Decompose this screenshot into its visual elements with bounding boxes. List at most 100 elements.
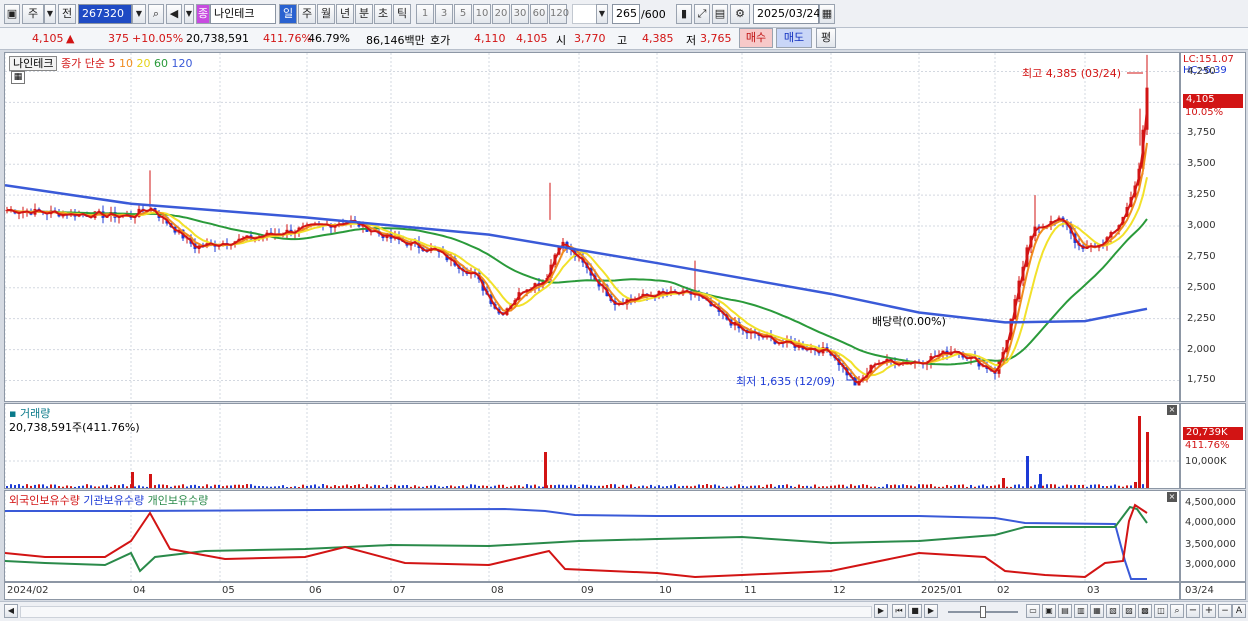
settings-gear-icon[interactable]: ⚙ (730, 4, 750, 24)
x-tick: 06 (309, 585, 322, 596)
layout-2-icon[interactable]: ▣ (1042, 604, 1056, 618)
volume-bar (1122, 486, 1124, 488)
volume-close-icon[interactable]: × (1167, 405, 1177, 415)
calendar-icon[interactable]: ▦ (819, 4, 835, 24)
stop-icon[interactable]: ■ (908, 604, 922, 618)
period-tab-1[interactable]: 주 (298, 4, 316, 24)
volume-bar (742, 485, 744, 488)
save-icon[interactable]: ▤ (712, 4, 728, 24)
market-select[interactable]: 주 (22, 4, 44, 24)
buy-button[interactable]: 매수 (739, 28, 773, 48)
holdings-close-icon[interactable]: × (1167, 492, 1177, 502)
volume-bar (106, 484, 108, 488)
layout-9-icon[interactable]: ◫ (1154, 604, 1168, 618)
volume-bar (450, 485, 452, 488)
volume-bar (514, 485, 516, 488)
minus-icon[interactable]: − (1218, 604, 1232, 618)
volume-bar (854, 485, 856, 488)
minute-tab-30[interactable]: 30 (511, 4, 529, 24)
volume-bar (786, 484, 788, 488)
line-tool-icon[interactable]: ⤢ (694, 4, 710, 24)
volume-bar (974, 486, 976, 488)
volume-bar (230, 485, 232, 488)
auto-scale-icon[interactable]: A (1232, 604, 1246, 618)
layout-8-icon[interactable]: ▩ (1138, 604, 1152, 618)
speaker-dropdown-icon[interactable]: ▼ (184, 4, 194, 24)
speaker-icon[interactable]: ◀ (166, 4, 182, 24)
search-zoom-icon[interactable]: ⌕ (1170, 604, 1184, 618)
minute-tab-3[interactable]: 3 (435, 4, 453, 24)
layout-4-icon[interactable]: ▥ (1074, 604, 1088, 618)
zoom-in-icon[interactable]: + (1202, 604, 1216, 618)
scroll-track[interactable] (20, 606, 872, 618)
minute-tab-20[interactable]: 20 (492, 4, 510, 24)
grid-toggle-icon[interactable]: ▦ (11, 71, 25, 84)
minute-tab-10[interactable]: 10 (473, 4, 491, 24)
scroll-left-icon[interactable]: ◀ (4, 604, 18, 618)
play-icon[interactable]: ▶ (924, 604, 938, 618)
volume-bar (210, 486, 212, 488)
count-input[interactable]: 265 (612, 4, 640, 24)
volume-spike (1002, 478, 1005, 488)
layout-3-icon[interactable]: ▤ (1058, 604, 1072, 618)
period-tab-6[interactable]: 틱 (393, 4, 411, 24)
market-dropdown-icon[interactable]: ▼ (44, 4, 56, 24)
stock-name-tag[interactable]: 나인테크 (9, 56, 58, 71)
scroll-bar: ◀ ▶ ⏮ ■ ▶ ▭ ▣ ▤ ▥ ▦ ▧ ▨ ▩ ◫ ⌕ − + − A (0, 601, 1248, 621)
period-tab-3[interactable]: 년 (336, 4, 354, 24)
candle-type-icon[interactable]: ▮ (676, 4, 692, 24)
minute-custom-dropdown-icon[interactable]: ▼ (596, 4, 608, 24)
volume-bar (426, 485, 428, 488)
volume-bar (590, 485, 592, 488)
minute-tab-5[interactable]: 5 (454, 4, 472, 24)
code-input[interactable]: 267320 (78, 4, 132, 24)
sell-button[interactable]: 매도 (776, 28, 812, 48)
volume-bar (42, 484, 44, 488)
volume-bar (78, 486, 80, 488)
volume-bar (206, 484, 208, 488)
eval-button[interactable]: 평 (816, 28, 836, 48)
minute-tab-1[interactable]: 1 (416, 4, 434, 24)
code-dropdown-icon[interactable]: ▼ (132, 4, 146, 24)
stock-name[interactable]: 나인테크 (210, 4, 276, 24)
layout-icon[interactable]: ▣ (4, 4, 20, 24)
volume-bar (746, 486, 748, 488)
zoom-out-icon[interactable]: − (1186, 604, 1200, 618)
scroll-right-icon[interactable]: ▶ (874, 604, 888, 618)
volume-bar (370, 486, 372, 488)
layout-1-icon[interactable]: ▭ (1026, 604, 1040, 618)
period-tab-2[interactable]: 월 (317, 4, 335, 24)
volume-bar (734, 485, 736, 488)
period-tab-0[interactable]: 일 (279, 4, 297, 24)
date-input[interactable]: 2025/03/24 (753, 4, 820, 24)
volume-spike (1134, 482, 1137, 488)
layout-6-icon[interactable]: ▧ (1106, 604, 1120, 618)
volume-bar (114, 484, 116, 488)
volume-bar (250, 484, 252, 488)
volume-bar (98, 486, 100, 488)
rewind-icon[interactable]: ⏮ (892, 604, 906, 618)
minute-tab-120[interactable]: 120 (549, 4, 569, 24)
volume-bar (574, 485, 576, 488)
minute-tab-60[interactable]: 60 (530, 4, 548, 24)
volume-bar (1066, 484, 1068, 488)
period-tab-5[interactable]: 초 (374, 4, 392, 24)
volume-bar (882, 486, 884, 488)
search-icon[interactable]: ⌕ (148, 4, 164, 24)
volume-chart[interactable] (5, 404, 1179, 488)
volume-spike (131, 472, 134, 488)
zoom-slider-handle[interactable] (980, 606, 986, 618)
volume-bar (1110, 485, 1112, 488)
volume-bar (946, 484, 948, 488)
volume-bar (10, 484, 12, 488)
period-tab-4[interactable]: 분 (355, 4, 373, 24)
volume-bar (582, 484, 584, 488)
layout-7-icon[interactable]: ▨ (1122, 604, 1136, 618)
volume-bar (406, 485, 408, 488)
x-tick: 2024/02 (7, 585, 49, 596)
price-chart[interactable] (5, 53, 1179, 401)
prev-button[interactable]: 전 (58, 4, 76, 24)
layout-5-icon[interactable]: ▦ (1090, 604, 1104, 618)
ask-price-1: 4,110 (474, 32, 506, 45)
volume-bar (922, 484, 924, 488)
